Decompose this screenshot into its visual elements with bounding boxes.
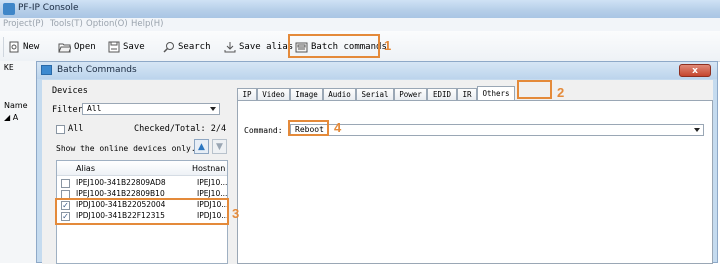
dialog-title-bar: Batch Commands x bbox=[37, 62, 717, 79]
hostname-cell: IPEJ10... bbox=[197, 189, 228, 198]
search-icon bbox=[163, 42, 174, 53]
checked-total: Checked/Total: 2/4 bbox=[134, 124, 227, 134]
folder-open-icon bbox=[58, 43, 71, 53]
tab-power[interactable]: Power bbox=[394, 88, 427, 100]
command-label: Command: bbox=[244, 126, 283, 135]
annotation-box-2 bbox=[517, 80, 552, 99]
arrow-up-icon: ▲ bbox=[198, 141, 205, 152]
all-checkbox[interactable] bbox=[56, 125, 65, 134]
annotation-box-3 bbox=[55, 198, 229, 225]
annotation-box-4 bbox=[288, 120, 329, 136]
tab-video[interactable]: Video bbox=[257, 88, 290, 100]
tab-edid[interactable]: EDID bbox=[427, 88, 457, 100]
tab-ir[interactable]: IR bbox=[457, 88, 477, 100]
annotation-number-3: 3 bbox=[232, 206, 240, 221]
dialog-title: Batch Commands bbox=[57, 65, 137, 75]
menu-help[interactable]: Help(H) bbox=[131, 19, 163, 29]
all-label: All bbox=[68, 124, 84, 134]
dialog-icon bbox=[41, 65, 52, 75]
devices-header: Devices bbox=[52, 86, 88, 96]
tab-audio[interactable]: Audio bbox=[323, 88, 356, 100]
alias-cell: IPEJ100-341B22809AD8 bbox=[76, 178, 166, 187]
chevron-down-icon bbox=[210, 107, 216, 111]
new-icon bbox=[9, 41, 19, 53]
annotation-number-1: 1 bbox=[384, 38, 392, 53]
devices-panel: Devices Filter : All All Checked/Total: … bbox=[42, 80, 230, 264]
search-button[interactable]: Search bbox=[163, 39, 211, 55]
menu-tools[interactable]: Tools(T) bbox=[50, 19, 83, 29]
tab-ip[interactable]: IP bbox=[237, 88, 257, 100]
table-row[interactable]: IPEJ100-341B22809AD8 IPEJ10... bbox=[57, 178, 228, 188]
move-up-button[interactable]: ▲ bbox=[194, 139, 209, 154]
close-icon: x bbox=[692, 65, 698, 76]
batch-commands-dialog: Batch Commands x Devices Filter : All Al… bbox=[36, 61, 718, 264]
tab-others[interactable]: Others bbox=[477, 86, 515, 100]
move-down-button[interactable]: ▼ bbox=[212, 139, 227, 154]
row-checkbox[interactable] bbox=[61, 179, 70, 188]
tab-image[interactable]: Image bbox=[290, 88, 323, 100]
table-header: Alias Hostnan bbox=[57, 161, 227, 176]
column-alias[interactable]: Alias bbox=[76, 164, 95, 173]
menu-option[interactable]: Option(O) bbox=[86, 19, 128, 29]
online-only-label: Show the online devices only. bbox=[56, 144, 196, 153]
tree-item[interactable]: ◢ A bbox=[4, 113, 18, 122]
hostname-cell: IPEJ10... bbox=[197, 178, 228, 187]
annotation-number-4: 4 bbox=[334, 120, 342, 135]
save-alias-button[interactable]: Save alias bbox=[224, 39, 293, 55]
menubar: Project(P) Tools(T) Option(O) Help(H) bbox=[0, 18, 720, 31]
filter-dropdown[interactable]: All bbox=[82, 103, 220, 115]
toolbar-separator bbox=[3, 37, 4, 57]
open-button[interactable]: Open bbox=[58, 39, 96, 55]
dialog-body: Devices Filter : All All Checked/Total: … bbox=[42, 80, 713, 264]
annotation-number-2: 2 bbox=[557, 85, 565, 100]
new-button[interactable]: New bbox=[8, 39, 39, 55]
save-icon bbox=[108, 41, 120, 53]
annotation-box-1 bbox=[288, 34, 380, 58]
alias-cell: IPEJ100-341B22809B10 bbox=[76, 189, 165, 198]
app-title: PF-IP Console bbox=[18, 3, 79, 13]
main-title-bar: PF-IP Console bbox=[0, 0, 720, 18]
main-left-panel: KE Name ◢ A bbox=[0, 61, 37, 263]
app-icon bbox=[3, 3, 15, 15]
tab-serial[interactable]: Serial bbox=[356, 88, 394, 100]
column-hostname[interactable]: Hostnan bbox=[192, 164, 225, 173]
arrow-down-icon: ▼ bbox=[216, 141, 223, 152]
chevron-down-icon bbox=[694, 128, 700, 132]
download-icon bbox=[224, 42, 236, 53]
command-tabs-panel: IP Video Image Audio Serial Power EDID I… bbox=[237, 80, 713, 264]
command-dropdown[interactable]: Reboot bbox=[290, 124, 704, 136]
left-panel-label: KE bbox=[4, 63, 14, 72]
close-button[interactable]: x bbox=[679, 64, 711, 77]
filter-value: All bbox=[87, 104, 102, 113]
menu-project[interactable]: Project(P) bbox=[3, 19, 44, 29]
save-button[interactable]: Save bbox=[108, 39, 145, 55]
name-column-label: Name bbox=[4, 101, 28, 110]
